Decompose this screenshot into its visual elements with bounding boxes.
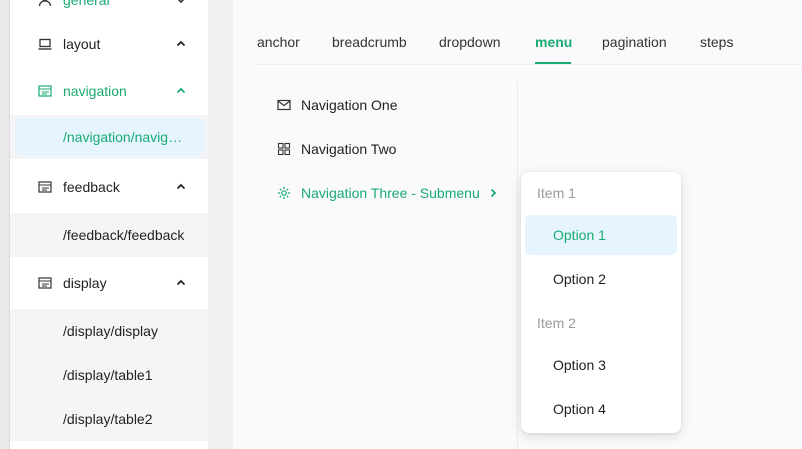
tab-steps[interactable]: steps <box>700 34 733 50</box>
sidebar-subitem-label: /feedback/feedback <box>63 227 185 243</box>
tab-active-indicator <box>535 62 571 64</box>
menu-item-navigation-two[interactable]: Navigation Two <box>277 137 396 161</box>
sidebar-item-label: feedback <box>63 179 120 195</box>
chevron-up-icon <box>175 38 187 50</box>
chevron-down-icon <box>175 0 187 6</box>
sidebar-subitem-label: /display/display <box>63 323 158 339</box>
sidebar-subitem-table1[interactable]: /display/table1 <box>10 353 208 397</box>
tab-dropdown[interactable]: dropdown <box>439 34 501 50</box>
main-content: anchor breadcrumb dropdown menu paginati… <box>233 0 802 449</box>
sidebar-subitem-table2[interactable]: /display/table2 <box>10 397 208 441</box>
menu-item-label: Navigation Two <box>301 141 397 157</box>
layout-list-icon <box>38 180 52 194</box>
menu-item-label: Navigation Three - Submenu <box>301 185 480 201</box>
content-gutter <box>208 0 233 449</box>
window-edge <box>0 0 10 449</box>
mail-icon <box>277 98 291 112</box>
sidebar-item-layout[interactable]: layout <box>10 20 208 68</box>
vertical-menu: Navigation One Navigation Two Navigation… <box>258 82 518 449</box>
tab-menu[interactable]: menu <box>535 34 572 50</box>
user-icon <box>38 0 52 7</box>
sidebar-subitem-label: /display/table1 <box>63 367 153 383</box>
option-label: Option 2 <box>553 271 606 287</box>
tab-anchor[interactable]: anchor <box>257 34 300 50</box>
submenu-option-2[interactable]: Option 2 <box>525 259 677 299</box>
option-label: Option 3 <box>553 357 606 373</box>
layout-list-icon <box>38 276 52 290</box>
tab-pagination[interactable]: pagination <box>602 34 667 50</box>
sidebar-subitem-display[interactable]: /display/display <box>10 309 208 353</box>
setting-icon <box>277 186 291 200</box>
submenu-option-1[interactable]: Option 1 <box>525 215 677 255</box>
sidebar-subitem-navigation[interactable]: /navigation/navigation <box>10 115 208 159</box>
sidebar-item-feedback[interactable]: feedback <box>10 163 208 211</box>
menu-item-navigation-three-submenu[interactable]: Navigation Three - Submenu <box>277 181 498 205</box>
chevron-right-icon <box>488 188 498 198</box>
sidebar-item-label: general <box>63 0 110 8</box>
sidebar-item-display[interactable]: display <box>10 259 208 307</box>
tab-bar: anchor breadcrumb dropdown menu paginati… <box>257 0 802 65</box>
layout-list-icon <box>38 84 52 98</box>
sidebar-subitem-label: /navigation/navigation <box>63 129 185 145</box>
group-title-item-2: Item 2 <box>537 315 576 331</box>
sidebar-item-navigation[interactable]: navigation <box>10 67 208 115</box>
appstore-icon <box>277 142 291 156</box>
sidebar: general layout navigation /navigation/na… <box>10 0 208 449</box>
sidebar-item-label: navigation <box>63 83 127 99</box>
option-label: Option 4 <box>553 401 606 417</box>
sidebar-subitem-feedback[interactable]: /feedback/feedback <box>10 213 208 257</box>
menu-item-label: Navigation One <box>301 97 398 113</box>
submenu-popup: Item 1 Option 1 Option 2 Item 2 Option 3… <box>521 172 681 433</box>
option-label: Option 1 <box>553 227 606 243</box>
menu-item-navigation-one[interactable]: Navigation One <box>277 93 398 117</box>
laptop-icon <box>38 37 52 51</box>
submenu-option-4[interactable]: Option 4 <box>525 389 677 429</box>
chevron-up-icon <box>175 85 187 97</box>
chevron-up-icon <box>175 181 187 193</box>
sidebar-item-label: layout <box>63 36 101 52</box>
submenu-option-3[interactable]: Option 3 <box>525 345 677 385</box>
tab-breadcrumb[interactable]: breadcrumb <box>332 34 407 50</box>
sidebar-item-label: display <box>63 275 107 291</box>
group-title-item-1: Item 1 <box>537 185 576 201</box>
sidebar-subitem-label: /display/table2 <box>63 411 153 427</box>
chevron-up-icon <box>175 277 187 289</box>
